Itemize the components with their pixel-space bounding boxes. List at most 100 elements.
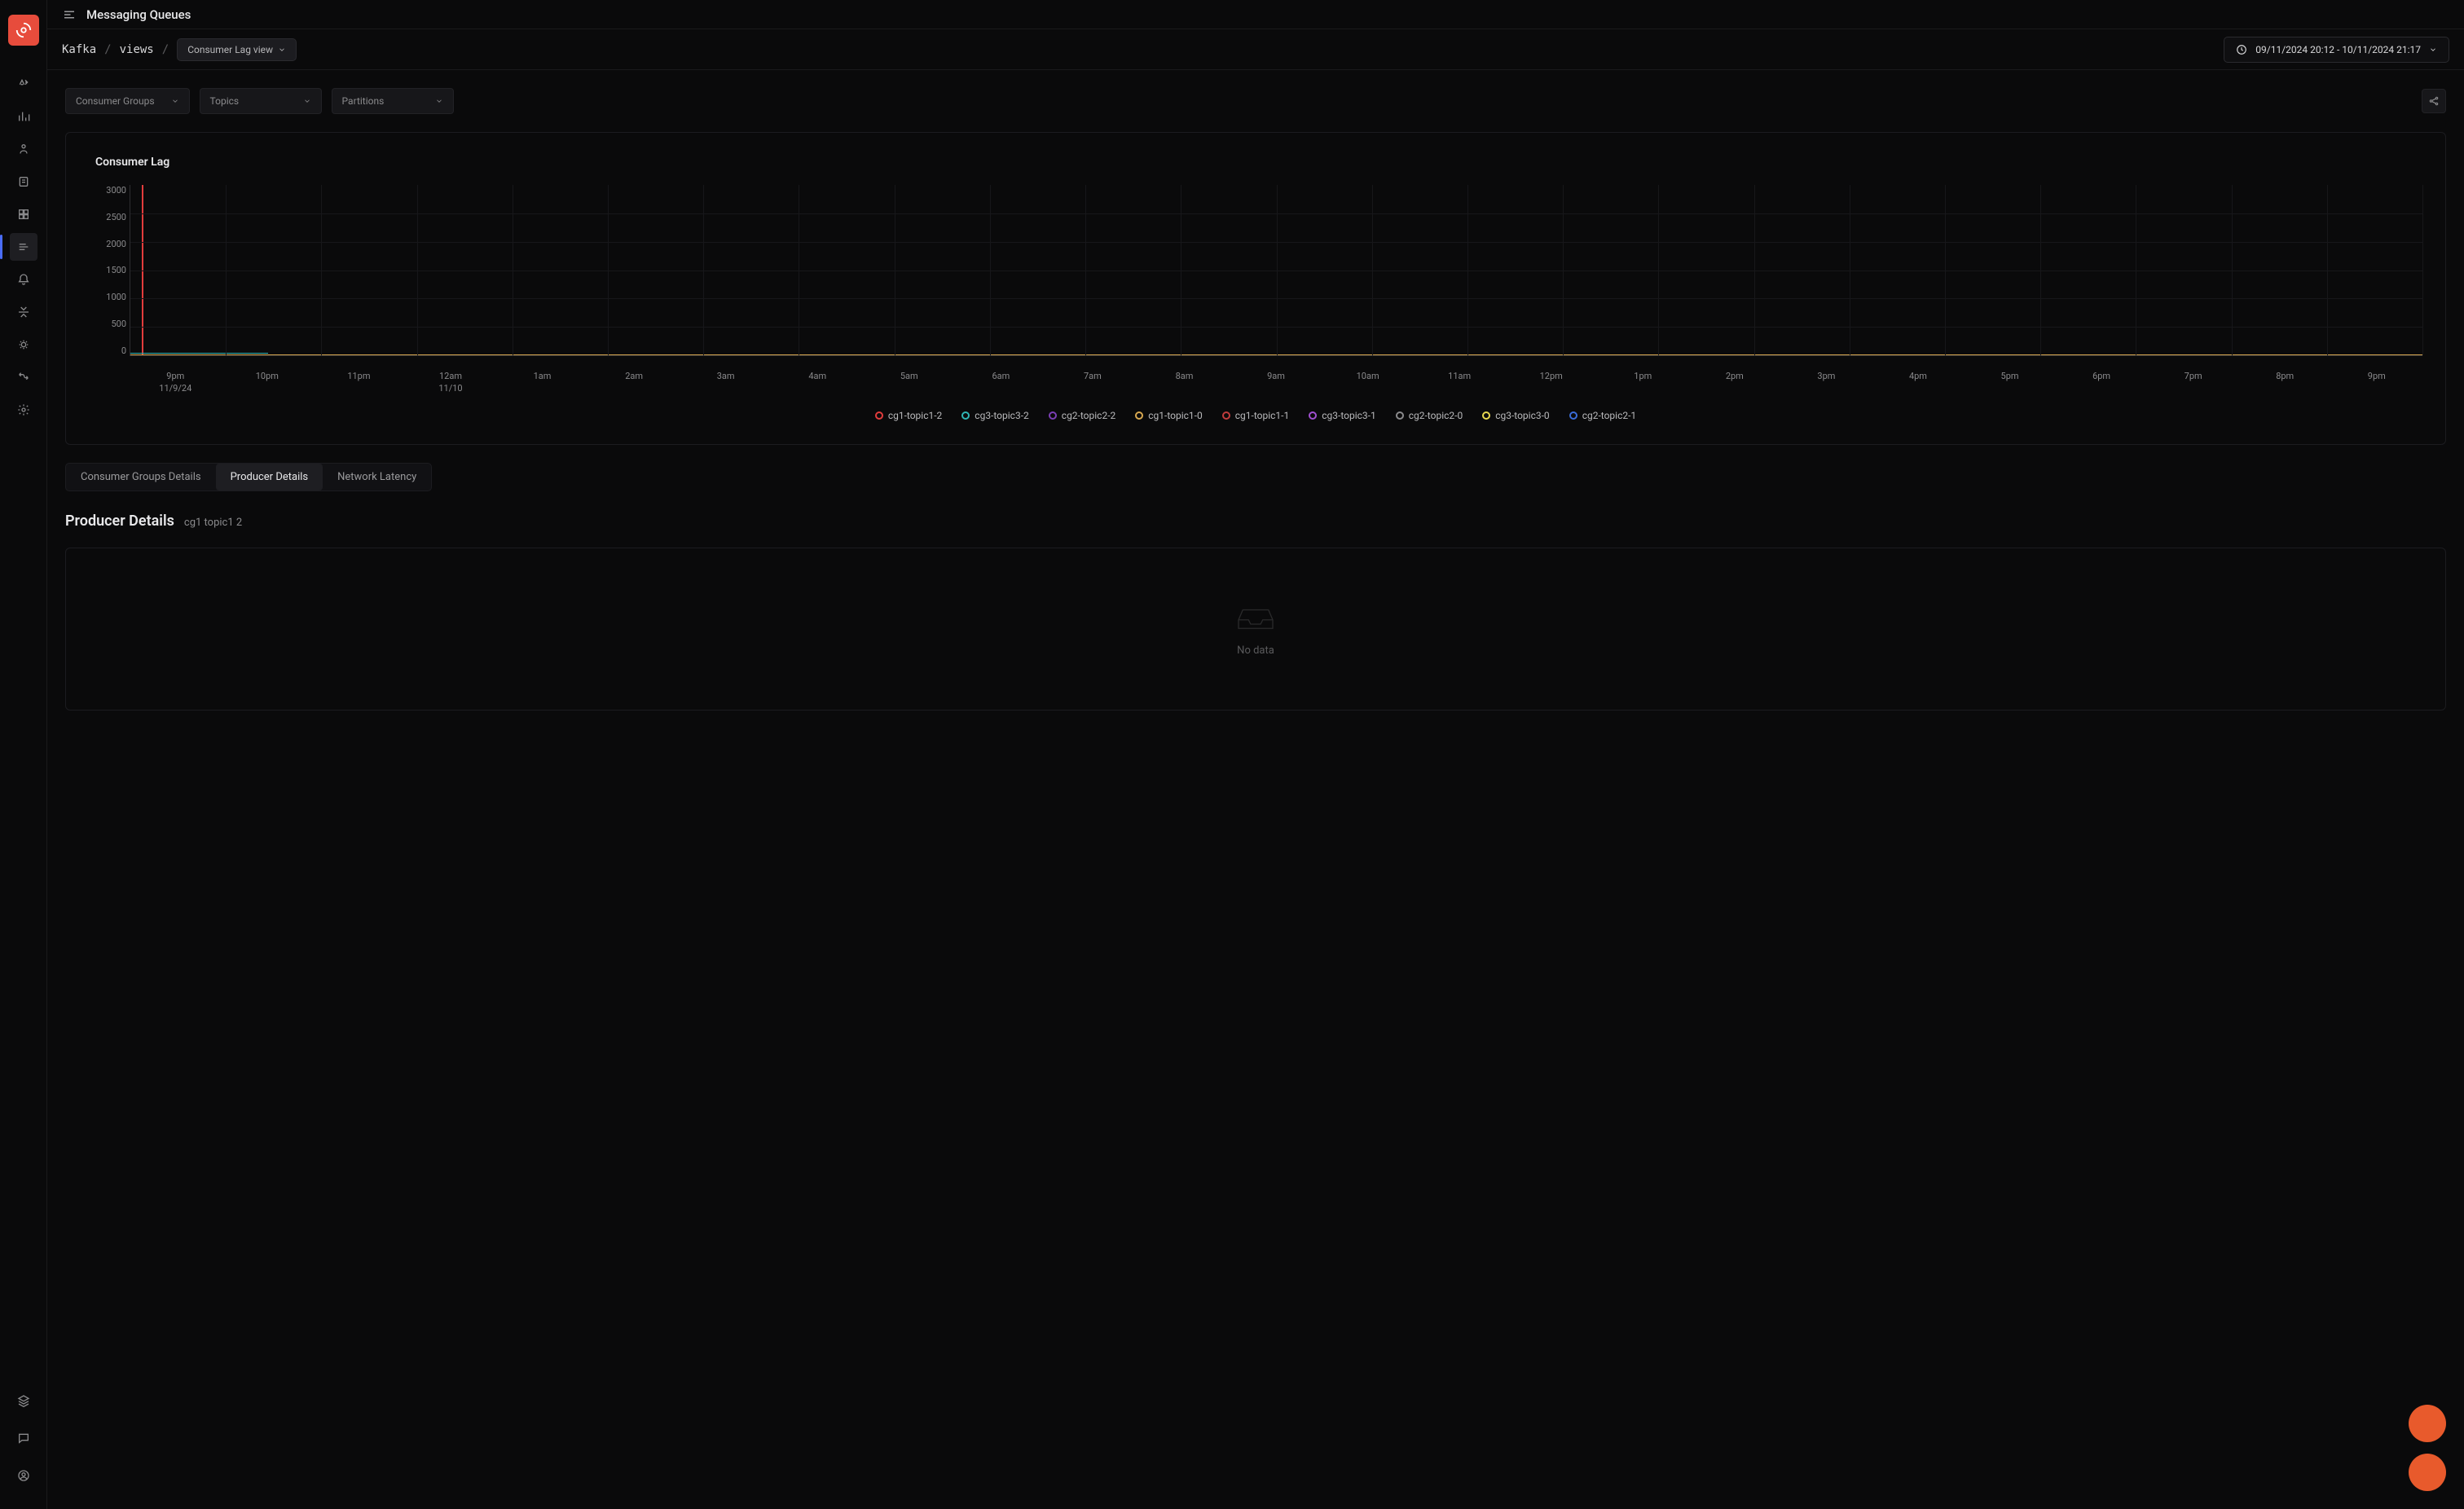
x-date-label bbox=[772, 383, 864, 394]
empty-inbox-icon bbox=[1233, 602, 1278, 635]
share-button[interactable] bbox=[2422, 89, 2446, 113]
legend-label: cg1-topic1-0 bbox=[1148, 410, 1202, 421]
x-date-label bbox=[2056, 383, 2148, 394]
x-tick: 6am bbox=[955, 371, 1047, 381]
x-date-label bbox=[1872, 383, 1965, 394]
x-tick: 9am bbox=[1230, 371, 1322, 381]
legend-item[interactable]: cg1-topic1-1 bbox=[1222, 410, 1289, 421]
x-date-label: 11/9/24 bbox=[130, 383, 222, 394]
legend-item[interactable]: cg3-topic3-0 bbox=[1482, 410, 1549, 421]
series-baseline2 bbox=[130, 353, 268, 354]
nav-dashboards[interactable] bbox=[10, 200, 37, 228]
x-date-label bbox=[496, 383, 588, 394]
app-logo[interactable] bbox=[8, 15, 39, 46]
x-tick: 9pm bbox=[2331, 371, 2423, 381]
time-range-picker[interactable]: 09/11/2024 20:12 - 10/11/2024 21:17 bbox=[2224, 37, 2449, 63]
x-tick: 11pm bbox=[313, 371, 405, 381]
legend-item[interactable]: cg2-topic2-0 bbox=[1396, 410, 1463, 421]
filter-consumer-groups[interactable]: Consumer Groups bbox=[65, 88, 190, 114]
filter-topics[interactable]: Topics bbox=[200, 88, 322, 114]
nav-alerts[interactable] bbox=[10, 266, 37, 293]
nav-debug[interactable] bbox=[10, 331, 37, 359]
nav-metrics[interactable] bbox=[10, 103, 37, 130]
sidebar-toggle-icon[interactable] bbox=[62, 7, 77, 22]
nav-messaging-queues[interactable] bbox=[10, 233, 37, 261]
x-date-label bbox=[1780, 383, 1872, 394]
legend-item[interactable]: cg1-topic1-2 bbox=[875, 410, 942, 421]
x-tick: 5am bbox=[864, 371, 956, 381]
x-tick: 3pm bbox=[1780, 371, 1872, 381]
chart-title: Consumer Lag bbox=[95, 156, 2422, 169]
legend-label: cg3-topic3-0 bbox=[1495, 410, 1549, 421]
nav-account[interactable] bbox=[10, 1462, 37, 1489]
x-date-label bbox=[1964, 383, 2056, 394]
x-date-label bbox=[1138, 383, 1230, 394]
breadcrumb-kafka[interactable]: Kafka bbox=[62, 43, 96, 56]
legend-item[interactable]: cg2-topic2-1 bbox=[1569, 410, 1636, 421]
legend-label: cg3-topic3-2 bbox=[975, 410, 1028, 421]
chevron-down-icon bbox=[278, 46, 286, 54]
producer-details-panel: No data bbox=[65, 548, 2446, 711]
y-tick: 2000 bbox=[89, 239, 126, 249]
x-date-label bbox=[680, 383, 772, 394]
detail-tabs: Consumer Groups Details Producer Details… bbox=[65, 463, 432, 491]
filter-label: Topics bbox=[210, 95, 240, 107]
tab-producer-details[interactable]: Producer Details bbox=[216, 464, 323, 491]
nav-pipelines[interactable] bbox=[10, 363, 37, 391]
detail-title: Producer Details bbox=[65, 513, 174, 530]
y-tick: 500 bbox=[89, 319, 126, 329]
legend-item[interactable]: cg1-topic1-0 bbox=[1135, 410, 1202, 421]
tab-consumer-groups-details[interactable]: Consumer Groups Details bbox=[66, 464, 216, 491]
chevron-down-icon bbox=[171, 97, 179, 105]
x-date-label bbox=[1505, 383, 1597, 394]
legend-item[interactable]: cg3-topic3-1 bbox=[1309, 410, 1375, 421]
tab-network-latency[interactable]: Network Latency bbox=[323, 464, 431, 491]
chevron-down-icon bbox=[2429, 46, 2437, 54]
legend-item[interactable]: cg2-topic2-2 bbox=[1049, 410, 1115, 421]
x-tick: 10am bbox=[1322, 371, 1414, 381]
breadcrumb-row: Kafka / views / Consumer Lag view 09/11/… bbox=[47, 29, 2464, 70]
x-tick: 7pm bbox=[2147, 371, 2239, 381]
legend-swatch bbox=[1309, 411, 1317, 420]
nav-layers[interactable] bbox=[10, 1387, 37, 1414]
chart-plot-area[interactable]: 300025002000150010005000 bbox=[130, 185, 2422, 356]
x-axis-dates: 11/9/2411/10 bbox=[130, 383, 2422, 394]
breadcrumb-sep: / bbox=[104, 43, 111, 56]
time-range-label: 09/11/2024 20:12 - 10/11/2024 21:17 bbox=[2255, 44, 2421, 55]
x-date-label bbox=[1414, 383, 1506, 394]
x-tick: 2pm bbox=[1689, 371, 1781, 381]
nav-settings[interactable] bbox=[10, 396, 37, 424]
legend-label: cg1-topic1-2 bbox=[888, 410, 942, 421]
clock-icon bbox=[2236, 44, 2247, 55]
fab-button-2[interactable] bbox=[2409, 1454, 2446, 1491]
filter-label: Partitions bbox=[342, 95, 385, 107]
share-icon bbox=[2428, 95, 2440, 107]
x-tick: 1am bbox=[496, 371, 588, 381]
view-selector[interactable]: Consumer Lag view bbox=[177, 38, 297, 61]
legend-label: cg3-topic3-1 bbox=[1322, 410, 1375, 421]
detail-subtitle: cg1 topic1 2 bbox=[184, 517, 242, 529]
fab-button-1[interactable] bbox=[2409, 1405, 2446, 1442]
legend-item[interactable]: cg3-topic3-2 bbox=[961, 410, 1028, 421]
x-date-label bbox=[955, 383, 1047, 394]
view-selector-label: Consumer Lag view bbox=[187, 44, 273, 55]
nav-get-started[interactable] bbox=[10, 70, 37, 98]
x-tick: 8am bbox=[1138, 371, 1230, 381]
nav-traces[interactable] bbox=[10, 135, 37, 163]
plot bbox=[130, 185, 2422, 356]
x-tick: 1pm bbox=[1597, 371, 1689, 381]
filter-row: Consumer Groups Topics Partitions bbox=[65, 88, 2446, 114]
x-date-label bbox=[864, 383, 956, 394]
filter-partitions[interactable]: Partitions bbox=[332, 88, 454, 114]
breadcrumb-sep: / bbox=[162, 43, 169, 56]
legend-swatch bbox=[1049, 411, 1057, 420]
sidebar bbox=[0, 0, 47, 1509]
breadcrumb-views[interactable]: views bbox=[120, 43, 154, 56]
page-title: Messaging Queues bbox=[86, 7, 191, 22]
nav-exceptions[interactable] bbox=[10, 298, 37, 326]
x-tick: 9pm bbox=[130, 371, 222, 381]
main-content: Messaging Queues Kafka / views / Consume… bbox=[47, 0, 2464, 1509]
x-date-label bbox=[1047, 383, 1139, 394]
nav-logs[interactable] bbox=[10, 168, 37, 196]
nav-chat[interactable] bbox=[10, 1424, 37, 1452]
